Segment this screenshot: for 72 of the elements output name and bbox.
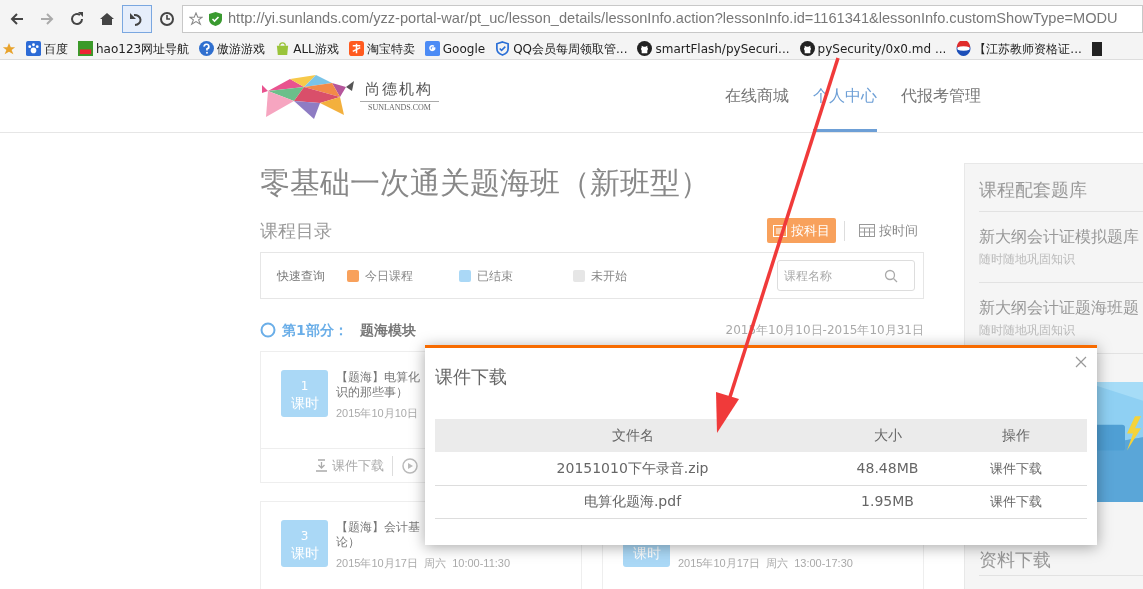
legend-label: 未开始 bbox=[591, 267, 627, 285]
bookmark-link[interactable]: 【江苏教师资格证... bbox=[956, 39, 1082, 58]
home-icon[interactable] bbox=[99, 11, 115, 27]
download-link[interactable]: 课件下载 bbox=[990, 494, 1042, 509]
clock-icon[interactable] bbox=[159, 11, 175, 27]
bookmarks-star-icon[interactable] bbox=[2, 41, 16, 56]
lesson-time: 2015年10月17日 周六 13:00-17:30 bbox=[678, 556, 853, 571]
close-button[interactable] bbox=[1075, 356, 1089, 370]
lesson-unit: 课时 bbox=[290, 394, 319, 413]
bookmark-icon[interactable] bbox=[1091, 41, 1102, 56]
filter-label: 快速查询 bbox=[277, 267, 325, 285]
logo-name: 尚德机构 bbox=[365, 79, 434, 101]
lesson-title: 识的那些事） bbox=[336, 385, 409, 400]
lesson-unit: 课时 bbox=[632, 544, 661, 563]
bookmark-link[interactable]: Google bbox=[424, 39, 486, 58]
nav-link[interactable]: 代报考管理 bbox=[901, 60, 981, 132]
logo-domain: SUNLANDS.COM bbox=[360, 100, 439, 114]
lesson-time: 2015年10月10日 bbox=[336, 406, 419, 421]
bookmark-star-icon[interactable] bbox=[189, 12, 203, 26]
bookmark-link[interactable]: smartFlash/pySecuri... bbox=[637, 39, 790, 58]
bookmark-link[interactable]: 傲游游戏 bbox=[199, 39, 266, 58]
search-field[interactable]: 课程名称 bbox=[777, 260, 915, 291]
lesson-title: 【题海】会计基 bbox=[336, 520, 421, 535]
site-icon bbox=[78, 41, 93, 56]
secure-shield-icon bbox=[209, 12, 222, 26]
sidebar-section-heading: 资料下载 bbox=[979, 546, 1143, 576]
lesson-time: 2015年10月17日 周六 10:00-11:30 bbox=[336, 556, 511, 571]
column-header: 文件名 bbox=[435, 419, 830, 452]
lesson-title: 论） bbox=[336, 535, 361, 550]
address-bar[interactable]: http://yi.sunlands.com/yzz-portal-war/pt_uc/lesson_details/lessonInfo.action?lessonInfo.id=1161341&lessonInfo.customShowType=MODU bbox=[182, 5, 1143, 33]
lesson-number: 3 bbox=[300, 529, 309, 543]
file-name-cell: 20151010下午录音.zip bbox=[435, 452, 830, 485]
reload-icon[interactable] bbox=[69, 11, 85, 27]
nav-link[interactable]: 在线商城 bbox=[725, 60, 789, 132]
course-title: 零基础一次通关题海班（新班型） bbox=[260, 164, 711, 202]
site-icon bbox=[348, 41, 364, 56]
bookmark-link[interactable]: ALL游戏 bbox=[275, 39, 339, 58]
bookmark-link[interactable]: QQ会员每周领取管... bbox=[495, 39, 628, 58]
legend-label: 已结束 bbox=[477, 267, 513, 285]
back-icon[interactable] bbox=[9, 11, 25, 27]
lesson-title: 【题海】电算化 bbox=[336, 370, 420, 385]
part-number: 第1部分： bbox=[282, 320, 348, 340]
bull-logo-drawing[interactable] bbox=[260, 73, 356, 119]
sidebar-heading: 课程配套题库 bbox=[979, 164, 1143, 212]
shield-icon bbox=[495, 41, 511, 56]
lesson-unit: 课时 bbox=[290, 544, 319, 563]
bookmark-link[interactable]: pySecurity/0x0.md ... bbox=[799, 39, 947, 58]
column-header: 大小 bbox=[830, 419, 945, 452]
bag-icon bbox=[275, 41, 291, 56]
section-heading: 课程目录 bbox=[260, 219, 332, 243]
dialog-title: 课件下载 bbox=[435, 365, 508, 389]
search-input[interactable]: 课程名称 bbox=[784, 266, 884, 285]
bookmark-link[interactable]: hao123网址导航 bbox=[78, 39, 190, 58]
help-icon bbox=[199, 41, 215, 56]
list-icon bbox=[773, 224, 787, 237]
download-icon bbox=[315, 458, 328, 473]
download-link[interactable]: 课件下载 bbox=[990, 460, 1042, 476]
file-name-cell: 电算化题海.pdf bbox=[435, 485, 830, 518]
globe-icon bbox=[956, 41, 972, 56]
circle-icon bbox=[260, 322, 276, 338]
file-size-cell: 48.48MB bbox=[830, 452, 945, 485]
calendar-icon bbox=[859, 224, 875, 237]
bookmark-link[interactable]: 百度 bbox=[26, 39, 68, 58]
part-name: 题海模块 bbox=[359, 320, 416, 340]
undo-button[interactable] bbox=[122, 5, 152, 33]
bookmark-link[interactable]: 淘宝特卖 bbox=[348, 39, 415, 58]
file-size-cell: 1.95MB bbox=[830, 485, 945, 518]
column-header: 操作 bbox=[945, 419, 1087, 452]
paw-icon bbox=[26, 41, 41, 56]
lesson-number: 1 bbox=[300, 379, 309, 393]
legend-label: 今日课程 bbox=[365, 267, 413, 285]
view-toggle-button[interactable]: 按时间 bbox=[853, 217, 924, 244]
